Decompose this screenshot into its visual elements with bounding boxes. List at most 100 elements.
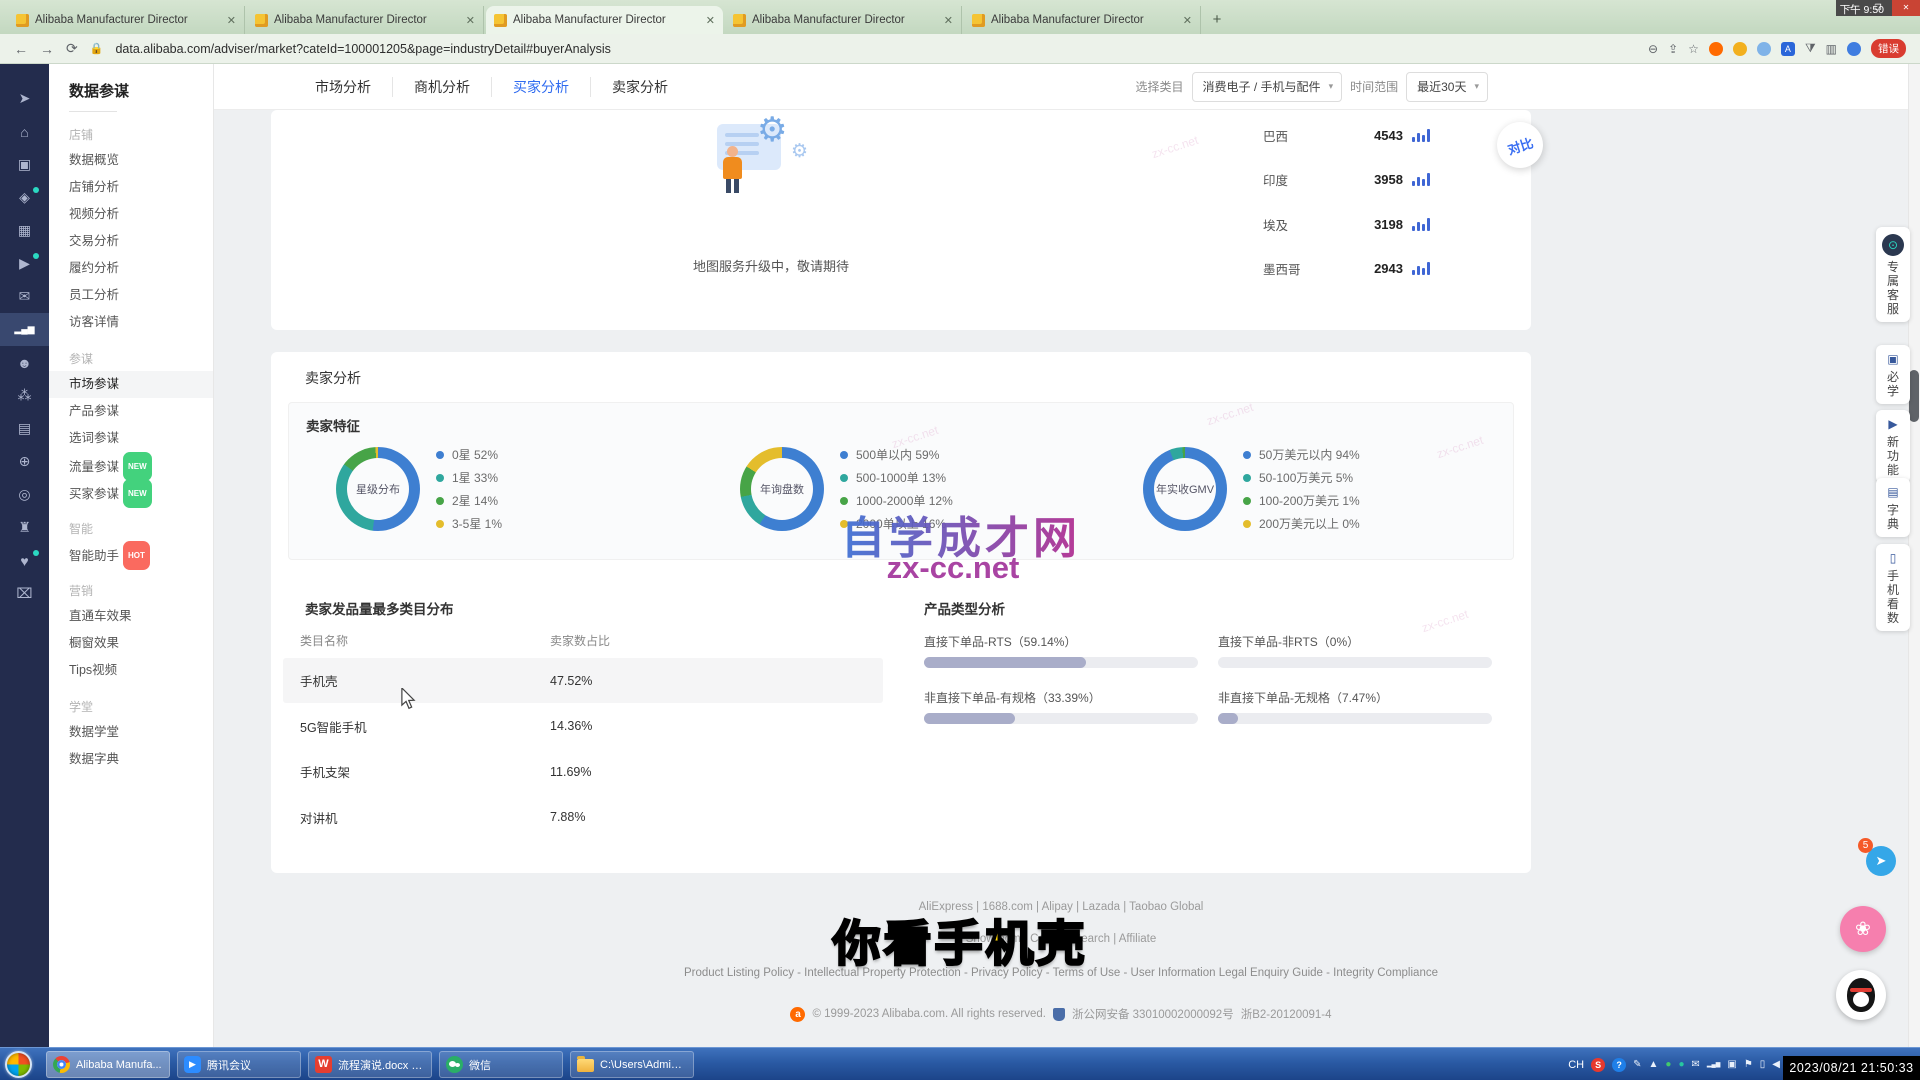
sidebar-item-交易分析[interactable]: 交易分析 — [49, 228, 213, 255]
taskbar-button-wechat[interactable]: 微信 — [439, 1051, 563, 1078]
sidebar-item-流量参谋[interactable]: 流量参谋NEW — [49, 452, 213, 479]
mobile-data-card[interactable]: ▯手机看数 — [1876, 544, 1910, 631]
language-indicator[interactable]: CH — [1568, 1059, 1584, 1071]
start-button[interactable] — [5, 1051, 32, 1078]
bookmark-star-icon[interactable]: ☆ — [1688, 42, 1699, 56]
taskbar-button-wps[interactable]: W流程演说.docx - ... — [308, 1051, 432, 1078]
rail-team-icon[interactable]: ☻ — [0, 346, 49, 379]
help-icon[interactable]: ? — [1612, 1058, 1626, 1072]
teal-status-icon[interactable]: ● — [1678, 1059, 1684, 1070]
category-select[interactable]: 消费电子 / 手机与配件 ▾ — [1192, 72, 1343, 102]
tab-市场分析[interactable]: 市场分析 — [294, 77, 392, 97]
taskbar-button-folder[interactable]: C:\Users\Admini... — [570, 1051, 694, 1078]
browser-tab[interactable]: Alibaba Manufacturer Director✕ — [486, 6, 723, 34]
sidebar-icon[interactable]: ▥ — [1826, 42, 1837, 56]
new-feature-card[interactable]: ▶新功能 — [1876, 410, 1910, 483]
sidebar-item-产品参谋[interactable]: 产品参谋 — [49, 398, 213, 425]
table-row[interactable]: 手机支架11.69% — [283, 749, 883, 794]
rail-globe-icon[interactable]: ⊕ — [0, 445, 49, 478]
sidebar-item-市场参谋[interactable]: 市场参谋 — [49, 371, 213, 398]
url-text[interactable]: data.alibaba.com/adviser/market?cateId=1… — [115, 42, 610, 56]
volume-icon[interactable]: ◀ — [1772, 1059, 1780, 1070]
browser-tab[interactable]: Alibaba Manufacturer Director✕ — [725, 6, 962, 34]
taskbar-clock[interactable]: 下午 9:50 — [1840, 2, 1884, 17]
tab-close-icon[interactable]: ✕ — [227, 14, 236, 27]
trend-chart-icon[interactable] — [1412, 173, 1430, 186]
rail-video-icon[interactable]: ▶ — [0, 247, 49, 280]
tab-卖家分析[interactable]: 卖家分析 — [590, 77, 689, 97]
tab-商机分析[interactable]: 商机分析 — [392, 77, 491, 97]
rail-home-icon[interactable]: ⌂ — [0, 115, 49, 148]
browser-tab[interactable]: Alibaba Manufacturer Director✕ — [8, 6, 245, 34]
table-row[interactable]: 5G智能手机14.36% — [283, 704, 883, 749]
monitor-icon[interactable]: ▣ — [1727, 1059, 1736, 1070]
sidebar-item-选词参谋[interactable]: 选词参谋 — [49, 425, 213, 452]
sidebar-item-数据概览[interactable]: 数据概览 — [49, 147, 213, 174]
sidebar-item-数据字典[interactable]: 数据字典 — [49, 746, 213, 773]
rail-chat-icon[interactable]: ✉ — [0, 280, 49, 313]
sidebar-item-买家参谋[interactable]: 买家参谋NEW — [49, 479, 213, 506]
taskbar-button-meeting[interactable]: ▶腾讯会议 — [177, 1051, 301, 1078]
taskbar-button-chrome[interactable]: Alibaba Manufa... — [46, 1051, 170, 1078]
rail-heart-icon[interactable]: ♥ — [0, 544, 49, 577]
share-icon[interactable]: ⇪ — [1668, 42, 1678, 56]
puzzle-icon[interactable]: ⧩ — [1805, 41, 1816, 56]
rail-shield-icon[interactable]: ◈ — [0, 181, 49, 214]
rail-apps-icon[interactable]: ▦ — [0, 214, 49, 247]
sidebar-item-Tips视频[interactable]: Tips视频 — [49, 657, 213, 684]
sidebar-item-访客详情[interactable]: 访客详情 — [49, 309, 213, 336]
sidebar-item-直通车效果[interactable]: 直通车效果 — [49, 603, 213, 630]
service-card[interactable]: ⊙专属客服 — [1876, 227, 1910, 322]
browser-tab[interactable]: Alibaba Manufacturer Director✕ — [247, 6, 484, 34]
flag-icon[interactable]: ⚑ — [1744, 1059, 1753, 1070]
table-row[interactable]: 手机壳47.52% — [283, 658, 883, 703]
green-status-icon[interactable]: ● — [1665, 1059, 1671, 1070]
rail-share-icon[interactable]: ⁂ — [0, 379, 49, 412]
zoom-icon[interactable]: ⊖ — [1648, 42, 1658, 56]
sidebar-item-橱窗效果[interactable]: 橱窗效果 — [49, 630, 213, 657]
sidebar-item-店铺分析[interactable]: 店铺分析 — [49, 174, 213, 201]
forward-icon[interactable]: → — [40, 41, 54, 57]
tab-close-icon[interactable]: ✕ — [466, 14, 475, 27]
sidebar-item-数据学堂[interactable]: 数据学堂 — [49, 719, 213, 746]
rail-shop-icon[interactable]: ▣ — [0, 148, 49, 181]
rail-briefcase-icon[interactable]: ⌧ — [0, 577, 49, 610]
trend-chart-icon[interactable] — [1412, 262, 1430, 275]
refresh-icon[interactable]: ⟳ — [66, 40, 78, 57]
range-select[interactable]: 最近30天 ▾ — [1406, 72, 1488, 102]
sidebar-item-智能助手[interactable]: 智能助手HOT — [49, 541, 213, 568]
sidebar-item-履约分析[interactable]: 履约分析 — [49, 255, 213, 282]
back-icon[interactable]: ← — [14, 41, 28, 57]
tab-买家分析[interactable]: 买家分析 — [491, 77, 590, 97]
tray-expand-icon[interactable]: ▲ — [1648, 1059, 1658, 1070]
country-row[interactable]: 印度3958 — [1263, 165, 1449, 195]
scrollbar-thumb[interactable] — [1909, 370, 1919, 422]
rail-chart-icon[interactable]: ▂▄▆ — [0, 313, 49, 346]
new-tab-button[interactable]: + — [1206, 9, 1228, 31]
rail-bell-icon[interactable]: ◎ — [0, 478, 49, 511]
extension-yellow-icon[interactable] — [1733, 42, 1747, 56]
close-icon[interactable]: ✕ — [1892, 0, 1920, 16]
tab-close-icon[interactable]: ✕ — [1183, 14, 1192, 27]
rail-send-icon[interactable]: ➤ — [0, 82, 49, 115]
trend-chart-icon[interactable] — [1412, 218, 1430, 231]
sidebar-item-员工分析[interactable]: 员工分析 — [49, 282, 213, 309]
profile-badge[interactable]: 错误 — [1871, 39, 1906, 58]
rail-clipboard-icon[interactable]: ▤ — [0, 412, 49, 445]
usb-icon[interactable]: ▯ — [1760, 1059, 1766, 1070]
pen-icon[interactable]: ✎ — [1633, 1059, 1641, 1070]
rail-bank-icon[interactable]: ♜ — [0, 511, 49, 544]
qq-avatar[interactable] — [1836, 970, 1886, 1020]
mail-tray-icon[interactable]: ✉ — [1691, 1059, 1699, 1070]
trend-chart-icon[interactable] — [1412, 129, 1430, 142]
browser-tab[interactable]: Alibaba Manufacturer Director✕ — [964, 6, 1201, 34]
extension-photo-icon[interactable] — [1757, 42, 1771, 56]
avatar-icon[interactable] — [1847, 42, 1861, 56]
country-row[interactable]: 巴西4543 — [1263, 120, 1449, 150]
tab-close-icon[interactable]: ✕ — [706, 14, 715, 27]
country-row[interactable]: 埃及3198 — [1263, 209, 1449, 239]
sogou-icon[interactable]: S — [1591, 1058, 1605, 1072]
tab-close-icon[interactable]: ✕ — [944, 14, 953, 27]
table-row[interactable]: 对讲机7.88% — [283, 795, 883, 840]
dictionary-card[interactable]: ▤字典 — [1876, 478, 1910, 537]
